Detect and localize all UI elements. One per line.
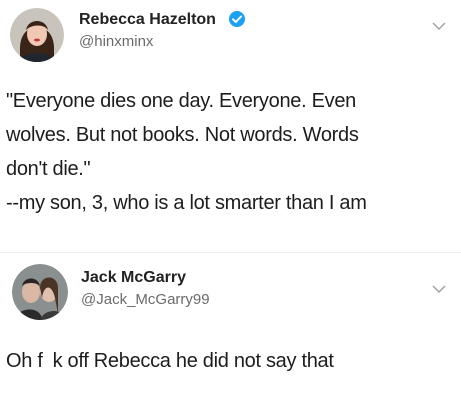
reply-start: Oh f [6, 350, 43, 372]
author-name[interactable]: Jack McGarry [81, 269, 186, 287]
reply-text: Oh f k off Rebecca he did not say that [6, 348, 334, 374]
avatar-jack[interactable] [12, 264, 68, 320]
author-handle[interactable]: @Jack_McGarry99 [81, 291, 210, 308]
reply-end: k off Rebecca he did not say that [52, 350, 334, 372]
tweet-jack: Jack McGarry @Jack_McGarry99 Oh f k off R… [0, 0, 461, 399]
chevron-down-icon[interactable] [432, 281, 446, 294]
